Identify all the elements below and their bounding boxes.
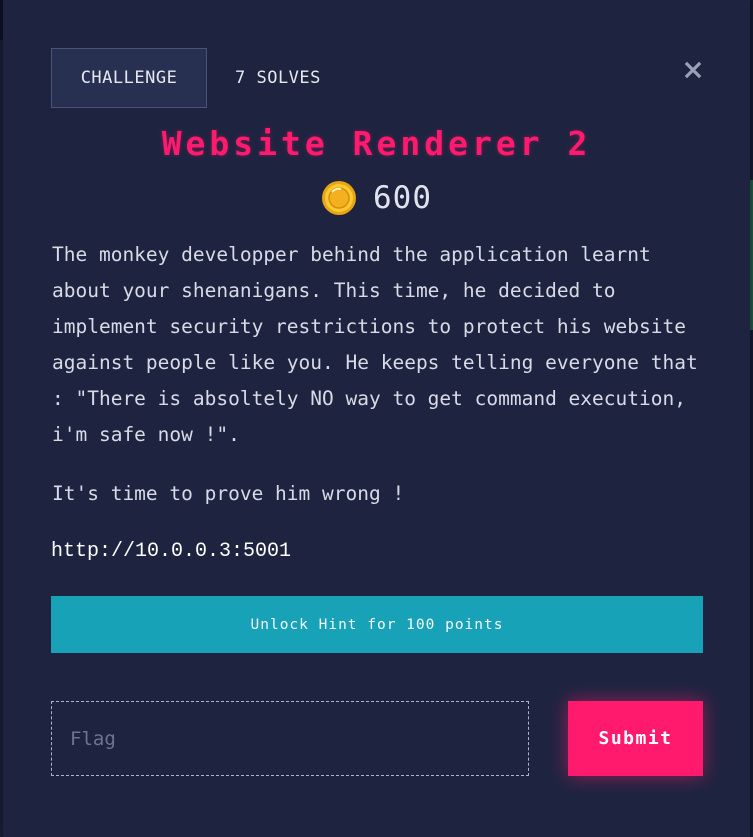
close-icon bbox=[684, 61, 702, 79]
unlock-hint-button[interactable]: Unlock Hint for 100 points bbox=[51, 596, 703, 653]
flag-input[interactable] bbox=[51, 701, 529, 776]
challenge-description: The monkey developper behind the applica… bbox=[52, 237, 712, 535]
description-paragraph: The monkey developper behind the applica… bbox=[52, 243, 698, 446]
challenge-title: Website Renderer 2 bbox=[161, 124, 592, 163]
submit-button[interactable]: Submit bbox=[568, 701, 703, 776]
challenge-url[interactable]: http://10.0.0.3:5001 bbox=[51, 540, 291, 563]
points-value: 600 bbox=[373, 180, 432, 216]
description-paragraph: It's time to prove him wrong ! bbox=[52, 482, 405, 505]
challenge-points: 600 bbox=[3, 180, 750, 216]
coin-icon bbox=[322, 181, 356, 215]
tab-solves[interactable]: 7 SOLVES bbox=[235, 48, 321, 108]
challenge-modal: CHALLENGE 7 SOLVES Website Renderer 2 60… bbox=[3, 0, 750, 837]
close-button[interactable] bbox=[683, 60, 703, 80]
tab-challenge[interactable]: CHALLENGE bbox=[51, 48, 207, 108]
